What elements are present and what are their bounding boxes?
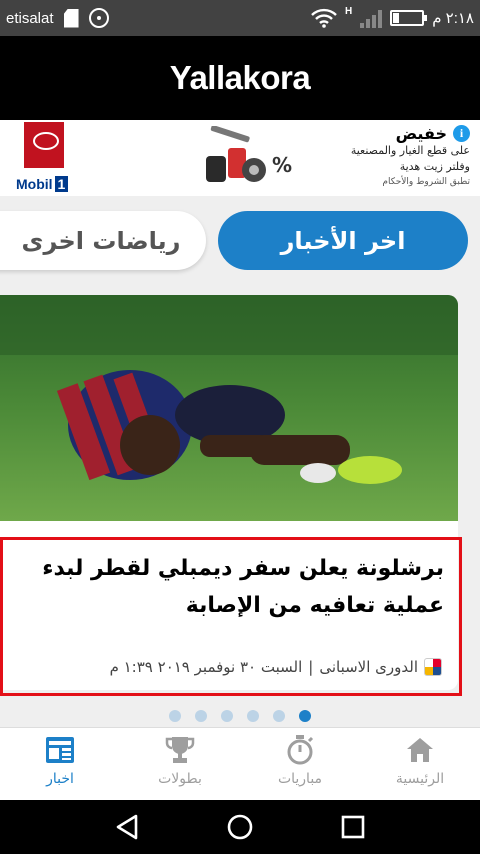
- back-icon[interactable]: [112, 812, 142, 842]
- mobil-brand: Mobil: [16, 176, 53, 192]
- home-circle-icon[interactable]: [225, 812, 255, 842]
- ad-line-2: وفلتر زيت هدية: [399, 160, 470, 173]
- recents-icon[interactable]: [338, 812, 368, 842]
- article-photo: [0, 295, 458, 521]
- app-bar: Yallakora: [0, 36, 480, 120]
- article-meta: الدورى الاسبانى | السبت ٣٠ نوفمبر ٢٠١٩ ١…: [8, 652, 442, 682]
- ad-line-1: على قطع الغيار والمصنعية: [350, 144, 470, 157]
- cast-icon: [88, 8, 109, 28]
- pager-dots: [0, 706, 480, 726]
- status-left: etisalat: [6, 0, 109, 36]
- ad-title: i خفيض: [310, 124, 470, 143]
- home-icon: [407, 738, 433, 762]
- nav-item-news[interactable]: اخبار: [0, 728, 120, 800]
- news-icon: [46, 737, 74, 763]
- trophy-icon: [165, 737, 195, 763]
- ad-info-icon[interactable]: i: [453, 125, 470, 142]
- ad-text: i خفيض على قطع الغيار والمصنعية وفلتر زي…: [310, 124, 470, 189]
- mobil-badge: 1: [54, 176, 69, 192]
- status-bar: etisalat H ٢:١٨ م: [0, 0, 480, 36]
- article-league: الدورى الاسبانى: [319, 658, 418, 676]
- pager-dot[interactable]: [221, 710, 233, 722]
- nav-label-matches: مباريات: [277, 771, 323, 787]
- nav-label-home: الرئيسية: [395, 771, 445, 787]
- tab-other-sports[interactable]: رياضات اخرى: [0, 211, 206, 270]
- article-headline[interactable]: برشلونة يعلن سفر ديمبلي لقطر لبدء عملية …: [8, 550, 444, 624]
- pager-dot[interactable]: [273, 710, 285, 722]
- pager-dot[interactable]: [195, 710, 207, 722]
- network-type-label: H: [344, 6, 353, 17]
- status-right: H ٢:١٨ م: [311, 0, 474, 36]
- sd-card-icon: [63, 8, 79, 28]
- bottom-nav: الرئيسية مباريات بطولات اخبار: [0, 727, 480, 800]
- screen: etisalat H ٢:١٨ م Yallakora Mobil 1 % i …: [0, 0, 480, 854]
- battery-icon: [390, 10, 428, 26]
- nissan-logo: [24, 122, 64, 168]
- article-date: السبت ٣٠ نوفمبر ٢٠١٩ ١:٣٩ م: [109, 658, 303, 676]
- nav-label-tournaments: بطولات: [158, 771, 202, 787]
- carrier-name: etisalat: [6, 9, 54, 27]
- nav-item-home[interactable]: الرئيسية: [360, 728, 480, 800]
- pager-dot[interactable]: [247, 710, 259, 722]
- nav-label-news: اخبار: [46, 771, 74, 787]
- mobil-logo: Mobil 1: [16, 176, 69, 192]
- stopwatch-icon: [287, 735, 314, 765]
- laliga-icon: [424, 658, 442, 676]
- nav-item-tournaments[interactable]: بطولات: [120, 728, 240, 800]
- car-parts-image: %: [206, 126, 292, 182]
- svg-text:%: %: [272, 153, 292, 177]
- nav-item-matches[interactable]: مباريات: [240, 728, 360, 800]
- signal-icon: [360, 8, 383, 28]
- clock: ٢:١٨ م: [432, 10, 474, 27]
- app-logo[interactable]: Yallakora: [170, 59, 311, 97]
- pager-dot[interactable]: [299, 710, 311, 722]
- meta-separator: |: [308, 658, 314, 676]
- ad-title-text: خفيض: [395, 124, 447, 143]
- wifi-icon: [311, 8, 337, 28]
- tab-latest-news[interactable]: اخر الأخبار: [218, 211, 468, 270]
- system-nav-bar: [0, 800, 480, 854]
- ad-banner[interactable]: Mobil 1 % i خفيض على قطع الغيار والمصنعية…: [0, 120, 480, 196]
- ad-terms-note: تطبق الشروط والأحكام: [382, 177, 470, 187]
- pager-dot[interactable]: [169, 710, 181, 722]
